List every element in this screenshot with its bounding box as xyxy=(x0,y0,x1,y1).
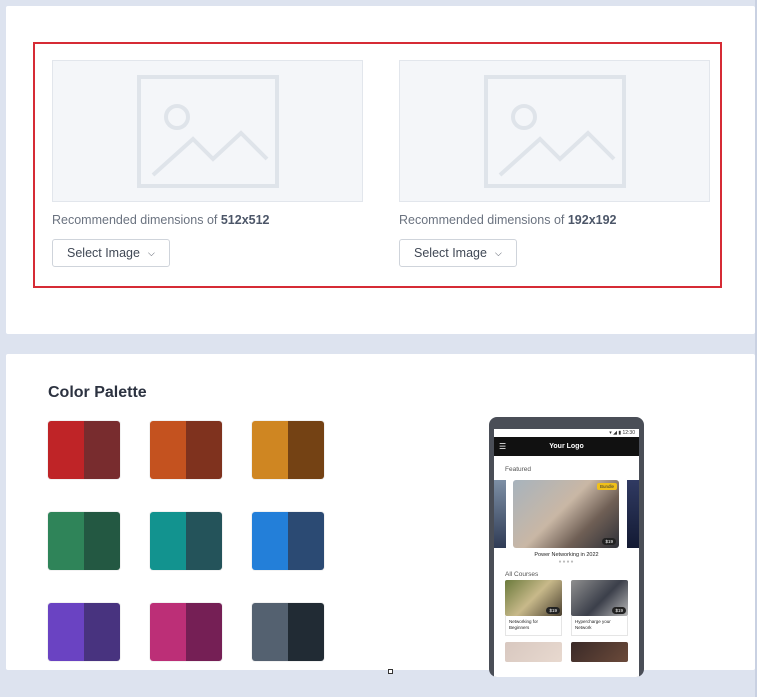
price-badge: $19 xyxy=(546,607,560,614)
swatch-green[interactable] xyxy=(48,512,120,570)
chevron-down-icon: ⌵ xyxy=(494,247,502,258)
select-image-button[interactable]: Select Image ⌵ xyxy=(399,239,517,267)
featured-label: Featured xyxy=(505,466,532,473)
swatch-primary xyxy=(252,421,288,479)
swatch-secondary xyxy=(84,603,120,661)
app-logo-title: Your Logo xyxy=(549,443,584,450)
carousel-prev-slide xyxy=(494,480,506,548)
course-thumbnail: $19 xyxy=(571,580,628,616)
course-card: $19 Hypercharge your Network xyxy=(571,580,628,636)
phone-screen: ▾ ◢ ▮ 12:30 ☰ Your Logo Featured Bundle … xyxy=(494,429,639,677)
featured-carousel: Bundle $19 xyxy=(494,480,639,548)
status-bar: ▾ ◢ ▮ 12:30 xyxy=(494,429,639,437)
image-uploader-512: Recommended dimensions of 512x512 Select… xyxy=(52,60,363,267)
swatch-primary xyxy=(150,421,186,479)
select-image-button[interactable]: Select Image ⌵ xyxy=(52,239,170,267)
image-uploader-192: Recommended dimensions of 192x192 Select… xyxy=(399,60,710,267)
swatch-primary xyxy=(150,603,186,661)
menu-icon: ☰ xyxy=(499,442,507,451)
swatch-secondary xyxy=(84,512,120,570)
swatch-secondary xyxy=(288,603,324,661)
course-card xyxy=(505,642,562,662)
course-card: $19 Networking for Beginners xyxy=(505,580,562,636)
course-thumbnail: $19 xyxy=(505,580,562,616)
section-title: Color Palette xyxy=(48,384,147,401)
price-badge: $19 xyxy=(612,607,626,614)
swatch-primary xyxy=(48,603,84,661)
swatch-primary xyxy=(252,512,288,570)
image-preview xyxy=(52,60,363,202)
swatch-amber[interactable] xyxy=(252,421,324,479)
dimension-hint: Recommended dimensions of 192x192 xyxy=(399,213,617,227)
swatch-blue[interactable] xyxy=(252,512,324,570)
swatch-primary xyxy=(48,512,84,570)
swatch-secondary xyxy=(288,512,324,570)
swatch-teal[interactable] xyxy=(150,512,222,570)
course-card xyxy=(571,642,628,662)
swatch-primary xyxy=(252,603,288,661)
course-list-row-2 xyxy=(494,642,639,662)
course-title: Hypercharge your Network xyxy=(571,616,628,636)
image-placeholder-icon xyxy=(484,75,626,188)
chevron-down-icon: ⌵ xyxy=(147,247,155,258)
swatch-red[interactable] xyxy=(48,421,120,479)
dimension-hint: Recommended dimensions of 512x512 xyxy=(52,213,270,227)
swatch-magenta[interactable] xyxy=(150,603,222,661)
course-thumbnail xyxy=(505,642,562,662)
app-bar: ☰ Your Logo xyxy=(494,437,639,456)
image-preview xyxy=(399,60,710,202)
swatch-secondary xyxy=(186,421,222,479)
price-badge: $19 xyxy=(602,538,616,545)
carousel-next-slide xyxy=(627,480,639,548)
resize-handle[interactable] xyxy=(388,669,393,674)
all-courses-label: All Courses xyxy=(505,571,539,578)
swatch-secondary xyxy=(186,603,222,661)
course-list: $19 Networking for Beginners $19 Hyperch… xyxy=(494,580,639,636)
course-thumbnail xyxy=(571,642,628,662)
featured-image: Bundle $19 xyxy=(513,480,619,548)
swatch-secondary xyxy=(288,421,324,479)
phone-preview: ▾ ◢ ▮ 12:30 ☰ Your Logo Featured Bundle … xyxy=(489,417,644,677)
swatch-secondary xyxy=(84,421,120,479)
swatch-primary xyxy=(48,421,84,479)
swatch-purple[interactable] xyxy=(48,603,120,661)
featured-title: Power Networking in 2022 xyxy=(534,552,599,558)
bundle-badge: Bundle xyxy=(596,483,617,490)
course-title: Networking for Beginners xyxy=(505,616,562,636)
image-placeholder-icon xyxy=(137,75,279,188)
swatch-secondary xyxy=(186,512,222,570)
swatch-primary xyxy=(150,512,186,570)
swatch-slate[interactable] xyxy=(252,603,324,661)
swatch-orange[interactable] xyxy=(150,421,222,479)
